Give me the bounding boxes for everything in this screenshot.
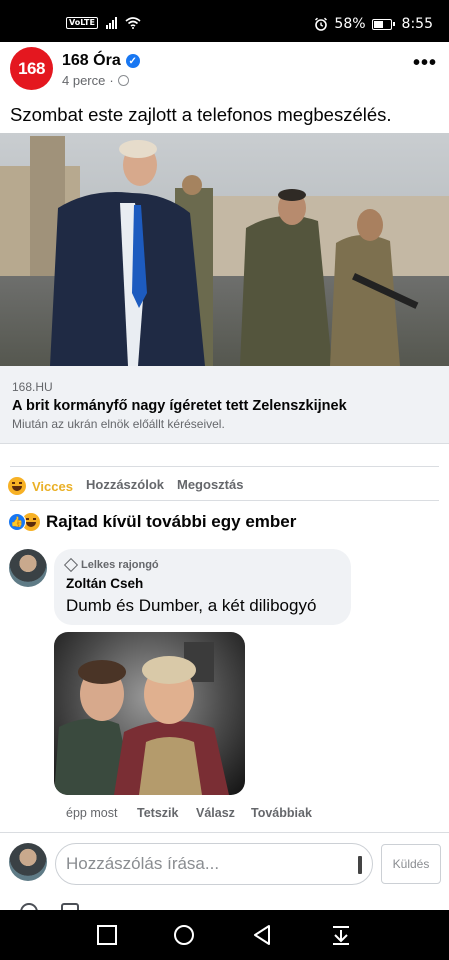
comment-composer: Hozzászólás írása... Küldés	[0, 832, 449, 896]
link-preview-image[interactable]	[0, 133, 449, 366]
photo-figures	[50, 140, 419, 366]
battery-percent: 58%	[334, 16, 366, 32]
comment-like-button[interactable]: Tetszik	[137, 806, 178, 820]
system-nav-bar	[0, 910, 449, 960]
comment-image[interactable]	[54, 632, 245, 795]
link-title: A brit kormányfő nagy ígéretet tett Zele…	[12, 398, 347, 414]
comment-input-placeholder: Hozzászólás írása...	[66, 854, 220, 873]
back-icon[interactable]	[251, 924, 273, 946]
divider	[10, 500, 439, 501]
comment-label: Hozzászólok	[86, 477, 165, 492]
commenter-avatar[interactable]	[9, 549, 47, 587]
comment-text: Dumb és Dumber, a két dilibogyó	[66, 596, 317, 615]
page-avatar[interactable]: 168	[10, 47, 53, 90]
battery-icon	[371, 18, 395, 30]
post-time[interactable]: 4 perce	[62, 73, 105, 88]
link-domain: 168.HU	[12, 380, 53, 394]
link-description: Miután az ukrán elnök előállt kéréseivel…	[12, 417, 225, 431]
recents-icon[interactable]	[96, 924, 118, 946]
comment-photo	[54, 642, 229, 795]
composer-tools	[0, 896, 449, 910]
link-preview[interactable]: 168.HU A brit kormányfő nagy ígéretet te…	[0, 366, 449, 444]
comment-input[interactable]: Hozzászólás írása...	[55, 843, 373, 885]
fan-badge: Lelkes rajongó	[63, 557, 159, 573]
signal-icon	[105, 17, 117, 29]
status-bar: VoLTE 58% 8:55	[0, 0, 449, 42]
separator-dot: ·	[109, 73, 114, 88]
battery-fill	[373, 20, 383, 28]
comment-time: épp most	[66, 806, 118, 820]
reaction-button[interactable]: Vicces	[8, 477, 73, 495]
more-options-button[interactable]: •••	[413, 53, 437, 73]
verified-badge-icon: ✓	[125, 54, 140, 68]
share-label: Megosztás	[177, 477, 244, 492]
home-icon[interactable]	[173, 924, 195, 946]
my-avatar	[9, 843, 47, 881]
photo-icon[interactable]	[61, 903, 79, 910]
comment-author[interactable]: Zoltán Cseh	[66, 576, 143, 591]
wifi-icon	[125, 17, 141, 29]
comment-more-button[interactable]: Továbbiak	[251, 806, 312, 820]
page-name[interactable]: 168 Óra	[62, 52, 121, 70]
comment-reply-button[interactable]: Válasz	[196, 806, 235, 820]
clock: 8:55	[401, 16, 433, 32]
comment-bubble: Lelkes rajongó Zoltán Cseh Dumb és Dumbe…	[54, 549, 351, 625]
post-meta: 4 perce ·	[62, 73, 129, 88]
reactions-summary[interactable]: 👍 Rajtad kívül további egy ember	[8, 512, 296, 532]
send-button[interactable]: Küldés	[381, 844, 441, 884]
post-header: 168 168 Óra ✓ 4 perce · •••	[0, 42, 449, 96]
reaction-label: Vicces	[32, 478, 73, 494]
like-emoji-icon: 👍	[8, 513, 26, 531]
volte-indicator: VoLTE	[66, 17, 98, 29]
reactions-summary-text: Rajtad kívül további egy ember	[46, 512, 297, 531]
globe-icon	[117, 75, 129, 86]
text-cursor	[358, 856, 362, 874]
fan-badge-label: Lelkes rajongó	[81, 559, 159, 571]
post-text: Szombat este zajlott a telefonos megbesz…	[10, 104, 392, 125]
share-button[interactable]: Megosztás	[177, 477, 243, 492]
notification-pulldown-icon[interactable]	[330, 924, 352, 946]
comment-button[interactable]: Hozzászólok	[86, 477, 164, 492]
alarm-icon	[315, 17, 328, 31]
divider	[10, 466, 439, 467]
camera-icon[interactable]	[20, 903, 38, 910]
post-action-bar: Vicces Hozzászólok Megosztás	[0, 470, 449, 500]
facebook-post-screen: VoLTE 58% 8:55 168 168 Óra ✓ 4 perce · •…	[0, 0, 449, 960]
haha-emoji-icon	[8, 477, 26, 495]
diamond-icon	[63, 557, 79, 573]
page-name-row: 168 Óra ✓	[62, 52, 140, 70]
